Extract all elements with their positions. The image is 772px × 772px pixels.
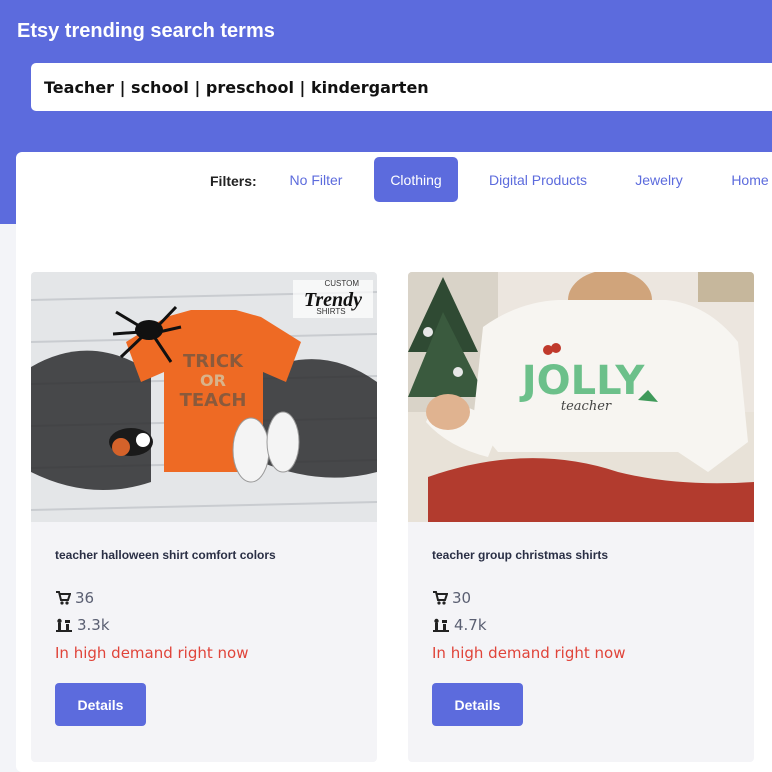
shirt-text-main: JOLLY — [519, 358, 646, 404]
sales-row: 30 — [432, 589, 471, 607]
competitors-row: 4.7k — [432, 616, 487, 634]
product-image-christmas-shirt[interactable]: JOLLY teacher — [408, 272, 754, 522]
sales-count: 36 — [75, 589, 95, 607]
shirt-text-line1: TRICK — [183, 351, 244, 372]
filters-label: Filters: — [210, 173, 257, 189]
filter-jewelry[interactable]: Jewelry — [620, 157, 698, 202]
details-button[interactable]: Details — [55, 683, 146, 726]
product-card: JOLLY teacher teacher group christmas sh… — [408, 272, 754, 762]
search-input[interactable]: Teacher | school | preschool | kindergar… — [31, 63, 772, 111]
cart-icon — [56, 591, 71, 605]
filter-digital-products[interactable]: Digital Products — [475, 157, 601, 202]
cart-icon — [433, 591, 448, 605]
demand-status: In high demand right now — [432, 644, 626, 662]
product-image-halloween-shirt[interactable]: TRICK OR TEACH CUSTOM Trendy SHIRTS — [31, 272, 377, 522]
competitors-row: 3.3k — [55, 616, 110, 634]
chess-pieces-icon — [433, 618, 449, 632]
details-button[interactable]: Details — [432, 683, 523, 726]
sales-count: 30 — [452, 589, 472, 607]
filter-home[interactable]: Home — [716, 157, 772, 202]
product-card: TRICK OR TEACH CUSTOM Trendy SHIRTS teac… — [31, 272, 377, 762]
competitors-count: 3.3k — [77, 616, 110, 634]
logo-text-bottom: SHIRTS — [316, 307, 345, 316]
search-input-value: Teacher | school | preschool | kindergar… — [44, 77, 429, 97]
shirt-text-sub: teacher — [561, 399, 612, 414]
filter-no-filter[interactable]: No Filter — [275, 157, 357, 202]
logo-text-top: CUSTOM — [324, 279, 359, 288]
demand-status: In high demand right now — [55, 644, 249, 662]
shirt-text-line3: TEACH — [180, 390, 247, 411]
product-title: teacher group christmas shirts — [432, 548, 609, 562]
sales-row: 36 — [55, 589, 94, 607]
competitors-count: 4.7k — [454, 616, 487, 634]
app-title: Etsy trending search terms — [17, 20, 275, 42]
chess-pieces-icon — [56, 618, 72, 632]
filter-clothing[interactable]: Clothing — [374, 157, 458, 202]
shirt-text-line2: OR — [200, 371, 226, 390]
product-title: teacher halloween shirt comfort colors — [55, 548, 276, 562]
